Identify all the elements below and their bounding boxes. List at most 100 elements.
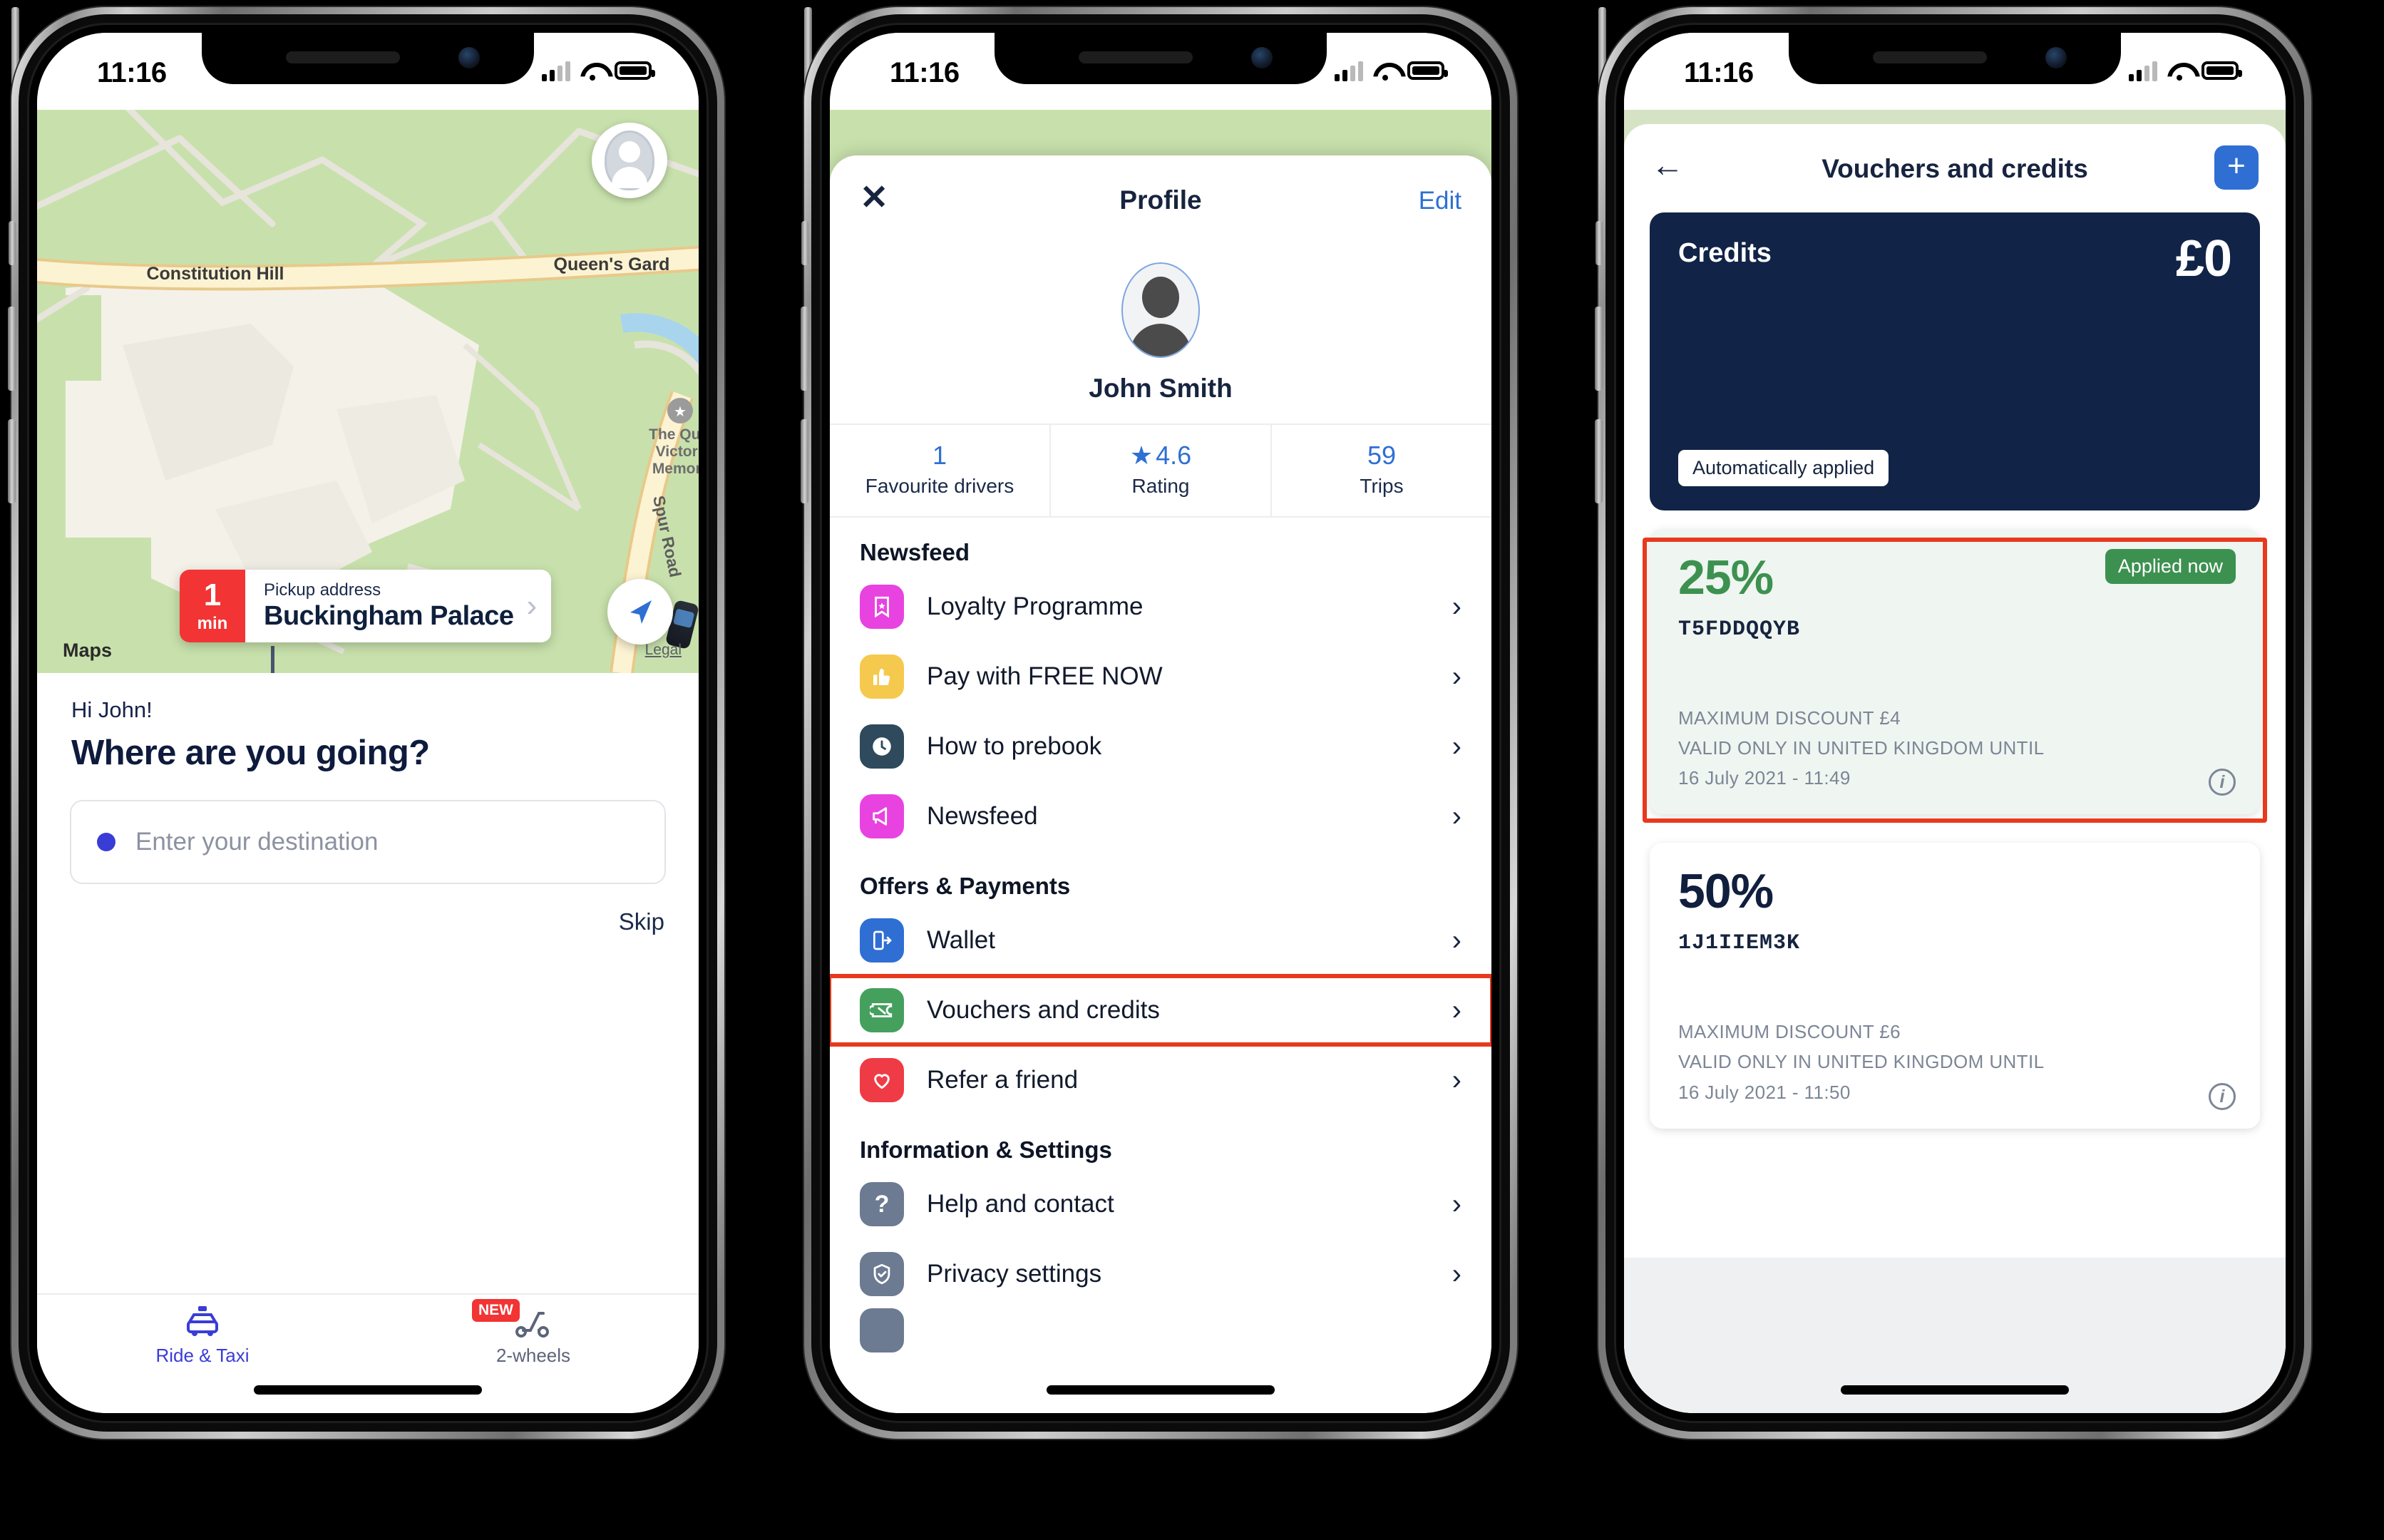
clock-icon — [860, 724, 904, 769]
menu-item-label: Loyalty Programme — [927, 592, 1144, 620]
info-icon[interactable]: i — [2209, 1082, 2236, 1110]
mute-switch[interactable] — [1596, 221, 1603, 265]
section-title-information-and-settings: Information & Settings — [860, 1136, 1112, 1163]
settings-icon — [860, 1308, 904, 1352]
home-indicator[interactable] — [254, 1385, 482, 1395]
menu-item-wallet[interactable]: Wallet › — [830, 905, 1491, 975]
voucher-card-50[interactable]: 50% 1J1IIEM3K MAXIMUM DISCOUNT £6 VALID … — [1650, 843, 2260, 1129]
battery-icon — [2201, 61, 2242, 80]
skip-button[interactable]: Skip — [619, 908, 664, 935]
shield-check-icon — [860, 1252, 904, 1296]
voucher-25-wrapper: 25% T5FDDQQYB Applied now MAXIMUM DISCOU… — [1624, 529, 2286, 823]
home-indicator[interactable] — [1841, 1385, 2069, 1395]
edit-button[interactable]: Edit — [1419, 187, 1461, 215]
menu-item-how-to-prebook[interactable]: How to prebook › — [830, 712, 1491, 781]
mute-switch[interactable] — [801, 221, 808, 265]
menu-item-pay-with-free-now[interactable]: Pay with FREE NOW › — [830, 642, 1491, 712]
earpiece-speaker — [1079, 51, 1193, 63]
volume-up-button[interactable] — [801, 307, 808, 391]
menu-item-privacy-settings[interactable]: Privacy settings › — [830, 1239, 1491, 1309]
volume-down-button[interactable] — [801, 419, 808, 503]
section-title-newsfeed: Newsfeed — [860, 539, 970, 565]
stat-favourite-drivers[interactable]: 1 Favourite drivers — [830, 425, 1049, 516]
page-title: Profile — [1119, 185, 1202, 215]
battery-icon — [615, 61, 655, 80]
section-title-offers-and-payments: Offers & Payments — [860, 873, 1071, 899]
volume-down-button[interactable] — [8, 419, 16, 503]
pickup-address-card[interactable]: 1 min Pickup address Buckingham Palace › — [180, 570, 552, 642]
star-icon: ★ — [1129, 441, 1154, 470]
battery-icon — [1407, 61, 1448, 80]
stat-rating[interactable]: ★ 4.6 Rating — [1049, 425, 1270, 516]
vouchers-sheet: ← Vouchers and credits + Credits £0 Auto… — [1624, 124, 2286, 1413]
pickup-eta: 1 min — [180, 570, 245, 642]
close-icon[interactable]: ✕ — [860, 181, 888, 215]
phone-2-screen: 11:16 ✕ Profile Edit John Smith 1 Favour… — [830, 33, 1491, 1413]
voucher-icon — [860, 988, 904, 1032]
chevron-right-icon: › — [1452, 1064, 1461, 1096]
megaphone-icon — [860, 794, 904, 838]
menu-item-label: Vouchers and credits — [927, 996, 1160, 1024]
add-voucher-button[interactable]: + — [2214, 145, 2259, 190]
svg-text:Queen's Gard: Queen's Gard — [554, 255, 670, 274]
recenter-location-button[interactable] — [607, 579, 673, 645]
info-icon[interactable]: i — [2209, 769, 2236, 796]
notch — [202, 33, 534, 84]
voucher-card-25[interactable]: 25% T5FDDQQYB Applied now MAXIMUM DISCOU… — [1650, 529, 2260, 815]
menu-item-vouchers-and-credits[interactable]: Vouchers and credits › — [830, 974, 1491, 1047]
voucher-max-discount: MAXIMUM DISCOUNT £4 — [1678, 707, 1901, 729]
map-view[interactable]: Constitution Hill Queen's Gard ★ The Que… — [37, 110, 699, 673]
pickup-eta-value: 1 — [203, 578, 222, 612]
profile-header: ✕ Profile Edit — [830, 155, 1491, 242]
menu-item-newsfeed[interactable]: Newsfeed › — [830, 781, 1491, 851]
voucher-percent: 50% — [1678, 864, 1774, 919]
volume-down-button[interactable] — [1595, 419, 1603, 503]
wifi-icon — [1373, 61, 1397, 81]
stat-trips[interactable]: 59 Trips — [1270, 425, 1491, 516]
status-bar-time: 11:16 — [890, 57, 960, 88]
status-bar: 11:16 — [1624, 33, 2286, 110]
menu-item-refer-a-friend[interactable]: Refer a friend › — [830, 1045, 1491, 1115]
chevron-right-icon: › — [1452, 1258, 1461, 1290]
avatar-body — [1130, 324, 1191, 356]
svg-text:Constitution Hill: Constitution Hill — [146, 264, 284, 284]
home-indicator[interactable] — [1047, 1385, 1275, 1395]
map-legal-link[interactable]: Legal — [645, 642, 682, 659]
menu-item-partial[interactable] — [830, 1308, 1491, 1352]
menu-item-label: Newsfeed — [927, 802, 1038, 830]
wifi-icon — [580, 61, 605, 81]
stat-value: 1 — [830, 441, 1049, 471]
menu-item-label: How to prebook — [927, 732, 1102, 760]
credits-card[interactable]: Credits £0 Automatically applied — [1650, 212, 2260, 510]
tab-ride-and-taxi[interactable]: Ride & Taxi — [37, 1295, 368, 1413]
volume-up-button[interactable] — [8, 307, 16, 391]
destination-input[interactable]: Enter your destination — [70, 800, 666, 884]
menu-item-loyalty-programme[interactable]: Loyalty Programme › — [830, 572, 1491, 642]
cellular-signal-icon — [1335, 60, 1363, 81]
phone-2: 11:16 ✕ Profile Edit John Smith 1 Favour… — [801, 7, 1517, 1439]
status-badge: Applied now — [2105, 549, 2236, 584]
back-arrow-icon[interactable]: ← — [1651, 148, 1684, 181]
tab-label: Ride & Taxi — [155, 1345, 250, 1366]
menu-item-label: Refer a friend — [927, 1066, 1079, 1094]
pickup-address-label: Pickup address — [264, 580, 381, 600]
front-camera — [2045, 47, 2067, 68]
voucher-validity: VALID ONLY IN UNITED KINGDOM UNTIL — [1678, 1051, 2045, 1073]
profile-avatar-button[interactable] — [592, 123, 667, 198]
stat-value: ★ 4.6 — [1051, 441, 1270, 471]
tab-2-wheels[interactable]: NEW 2-wheels — [368, 1295, 699, 1413]
status-bar-indicators — [1335, 60, 1448, 81]
stat-number: 59 — [1367, 441, 1397, 470]
apple-maps-credit: Maps — [63, 640, 112, 662]
menu-item-label: Wallet — [927, 926, 995, 954]
chevron-right-icon: › — [1452, 591, 1461, 622]
avatar-head — [1142, 277, 1179, 318]
avatar[interactable] — [1121, 262, 1200, 358]
chevron-right-icon: › — [1452, 995, 1461, 1026]
menu-item-help-and-contact[interactable]: ? Help and contact › — [830, 1169, 1491, 1239]
mute-switch[interactable] — [9, 221, 16, 265]
question-icon: ? — [860, 1182, 904, 1226]
greeting-text: Hi John! — [71, 697, 153, 722]
volume-up-button[interactable] — [1595, 307, 1603, 391]
phone-3: 11:16 ← Vouchers and credits + Credits £… — [1595, 7, 2311, 1439]
